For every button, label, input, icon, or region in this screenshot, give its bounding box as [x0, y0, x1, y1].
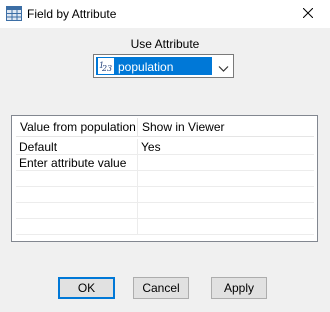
column-header-value[interactable]: Value from population	[16, 118, 138, 137]
cancel-button[interactable]: Cancel	[133, 277, 189, 299]
value-cell[interactable]: Default	[16, 139, 138, 155]
value-cell[interactable]: Enter attribute value	[16, 155, 138, 171]
show-cell[interactable]	[138, 171, 314, 187]
use-attribute-label: Use Attribute	[130, 37, 200, 51]
table-row[interactable]	[16, 187, 314, 203]
show-cell[interactable]	[138, 155, 314, 171]
value-cell[interactable]	[16, 187, 138, 203]
table-row[interactable]	[16, 219, 314, 235]
apply-button[interactable]: Apply	[211, 277, 267, 299]
show-cell[interactable]	[138, 187, 314, 203]
column-header-show[interactable]: Show in Viewer	[138, 118, 314, 137]
attribute-selection: 1 2 3 population	[96, 57, 212, 75]
value-cell[interactable]	[16, 219, 138, 235]
table-body: Default Yes Enter attribute value	[16, 139, 314, 235]
svg-text:3: 3	[107, 64, 112, 73]
show-cell[interactable]	[138, 219, 314, 235]
table-row[interactable]	[16, 171, 314, 187]
table-row[interactable]: Enter attribute value	[16, 155, 314, 171]
attribute-dropdown[interactable]: 1 2 3 population	[93, 54, 234, 78]
close-button[interactable]	[286, 0, 330, 28]
attribute-value: population	[118, 60, 174, 74]
show-cell[interactable]	[138, 203, 314, 219]
table-row[interactable]	[16, 203, 314, 219]
field-grid-icon	[6, 6, 22, 21]
table-row[interactable]: Default Yes	[16, 139, 314, 155]
window-title: Field by Attribute	[27, 7, 117, 21]
values-table[interactable]: Value from population Show in Viewer Def…	[11, 115, 318, 242]
chevron-down-icon	[218, 62, 229, 72]
close-icon	[302, 7, 314, 21]
value-cell[interactable]	[16, 171, 138, 187]
ok-button[interactable]: OK	[58, 277, 115, 299]
title-bar: Field by Attribute	[0, 0, 330, 28]
show-cell[interactable]: Yes	[138, 139, 314, 155]
value-cell[interactable]	[16, 203, 138, 219]
table-header: Value from population Show in Viewer	[16, 118, 314, 137]
numeric-123-icon: 1 2 3	[98, 58, 114, 74]
